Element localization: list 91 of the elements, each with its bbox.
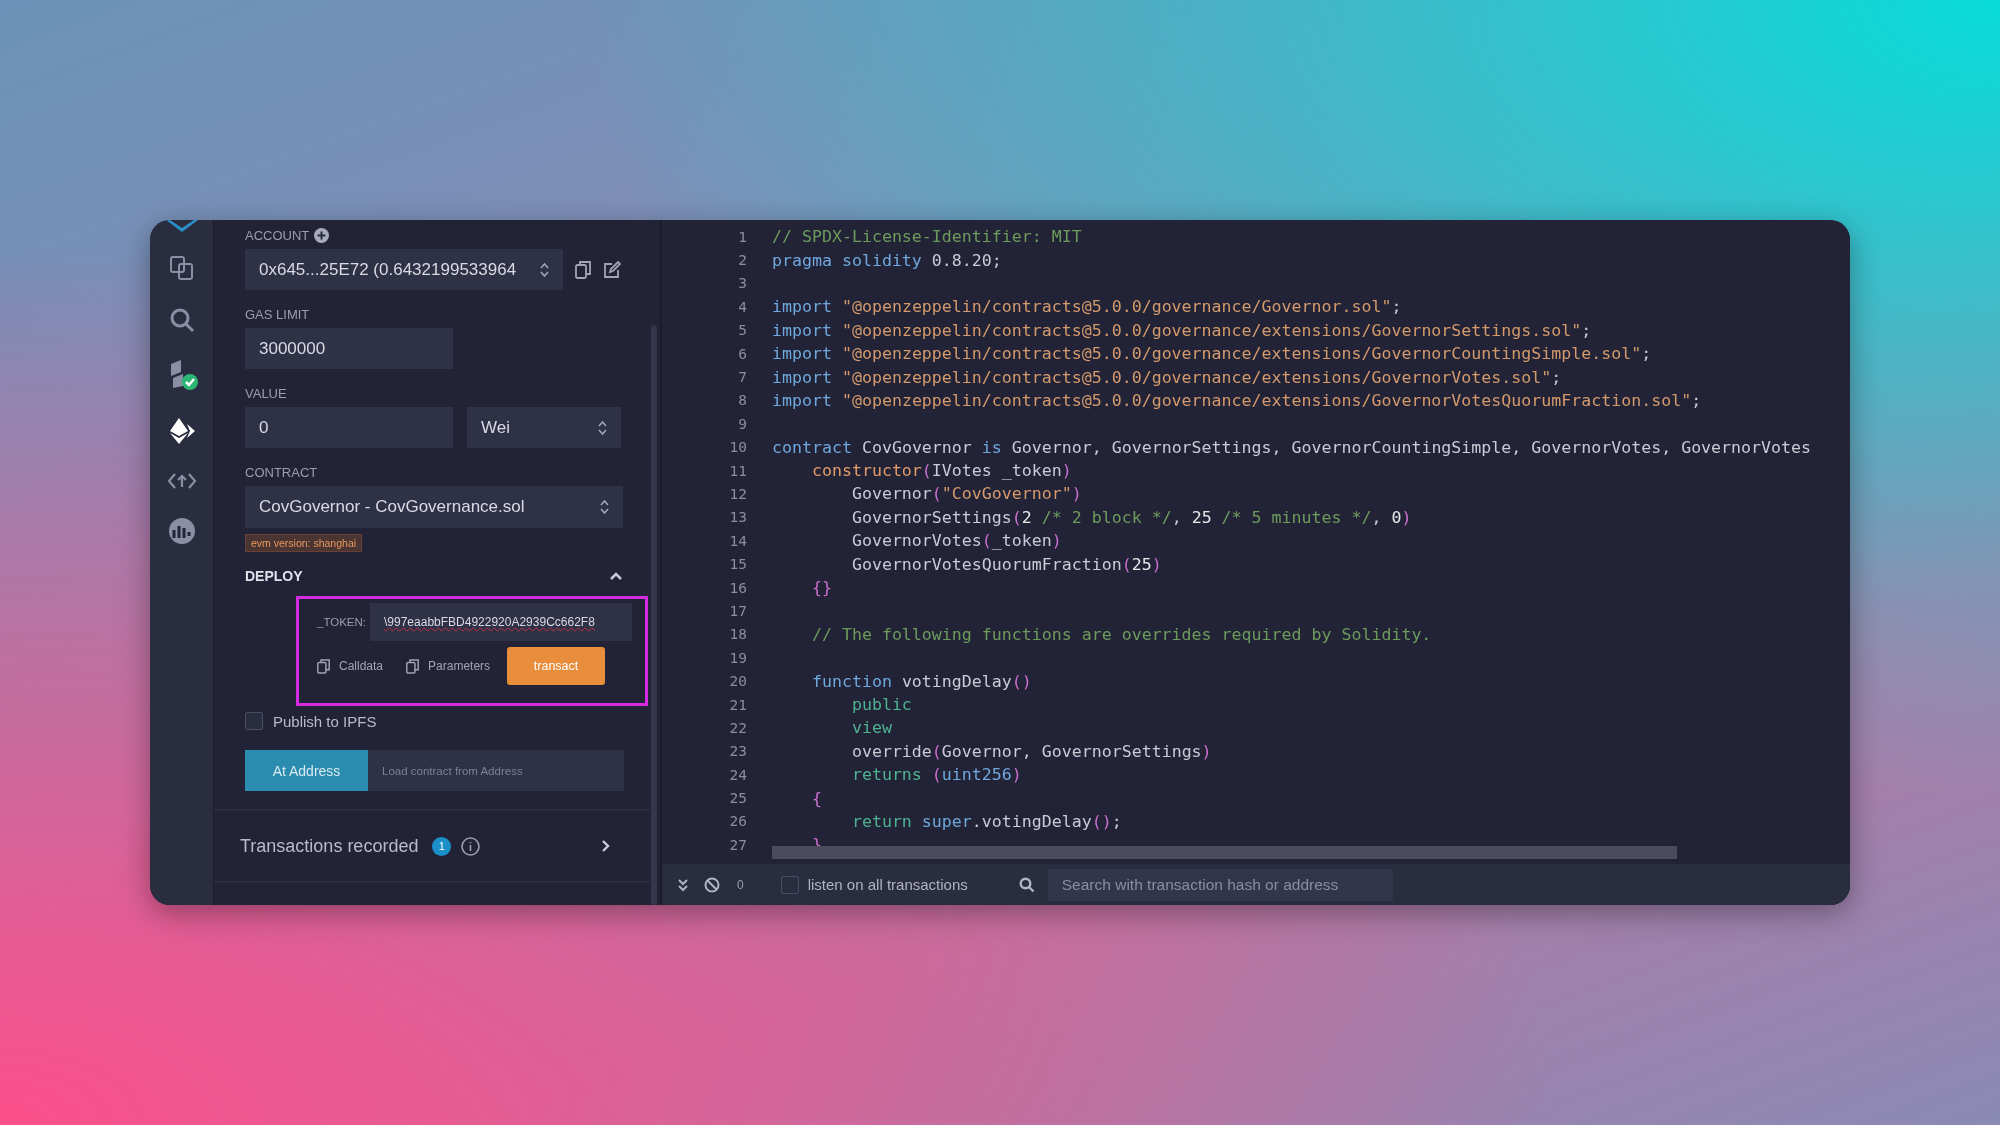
- code-line: GovernorSettings(2 /* 2 block */, 25 /* 5 minutes */, 0): [850, 507, 1412, 527]
- line-number: 13: [728, 509, 747, 526]
- info-icon[interactable]: [461, 836, 481, 856]
- line-number: 25: [728, 790, 747, 807]
- code-line: view: [850, 718, 892, 738]
- line-number: 14: [728, 532, 747, 549]
- scrollbar[interactable]: [772, 846, 1677, 859]
- add-icon[interactable]: [314, 228, 330, 243]
- pending-count: 0: [737, 877, 744, 892]
- line-number: 11: [728, 462, 747, 479]
- code-line: {}: [810, 578, 832, 598]
- checkbox-label: Publish to IPFS: [273, 712, 377, 730]
- line-number: 19: [728, 649, 747, 666]
- address-field[interactable]: Load contract from Address: [368, 750, 624, 791]
- parameters-link[interactable]: Parameters: [428, 659, 491, 673]
- contract-select[interactable]: CovGovernor - CovGovernance.sol: [245, 486, 623, 528]
- edit-icon[interactable]: [603, 260, 621, 279]
- code-line: import "@openzeppelin/contracts@5.0.0/governance/Governor.sol";: [772, 297, 1402, 317]
- code-line: function votingDelay(): [810, 671, 1032, 691]
- updown-icon: [598, 419, 607, 436]
- checkbox[interactable]: [780, 875, 799, 894]
- clear-icon[interactable]: [704, 876, 720, 893]
- checkbox[interactable]: [245, 712, 263, 730]
- line-number: 12: [728, 486, 747, 502]
- parameter-label: _TOKEN:: [317, 616, 366, 628]
- chart-circle-icon[interactable]: [166, 516, 197, 546]
- line-number: 27: [728, 836, 747, 853]
- code-line: public: [850, 695, 912, 714]
- line-number: 23: [728, 743, 747, 760]
- chevron-icon[interactable]: [609, 571, 623, 581]
- copy-icon[interactable]: [406, 658, 420, 674]
- section-title: DEPLOY: [245, 568, 303, 584]
- line-number: 17: [728, 602, 747, 619]
- code-line: GovernorVotes(_token): [850, 531, 1062, 551]
- scrollbar[interactable]: [651, 325, 657, 905]
- files-icon[interactable]: [167, 254, 196, 282]
- chevron-icon[interactable]: [601, 839, 610, 853]
- updown-icon: [540, 261, 549, 278]
- code-line: return super.votingDelay();: [850, 811, 1122, 831]
- line-number: 20: [728, 673, 747, 690]
- line-number: 9: [737, 415, 747, 432]
- field-label: VALUE: [245, 386, 287, 401]
- field-label: ACCOUNT: [245, 228, 310, 243]
- line-number: 16: [728, 579, 747, 596]
- line-number: 10: [728, 439, 747, 456]
- field-label: CONTRACT: [245, 465, 318, 480]
- code-line: // SPDX-License-Identifier: MIT: [772, 227, 1082, 247]
- copy-icon[interactable]: [575, 260, 591, 279]
- code-line: override(Governor, GovernorSettings): [850, 741, 1212, 761]
- code-line: GovernorVotesQuorumFraction(25): [850, 554, 1162, 574]
- code-line: import "@openzeppelin/contracts@5.0.0/governance/extensions/GovernorVotesQuorumFraction.sol";: [772, 390, 1702, 410]
- search-icon[interactable]: [1018, 876, 1035, 893]
- search-field[interactable]: Search with transaction hash or address: [1047, 868, 1393, 901]
- checkbox-label: listen on all transactions: [807, 876, 968, 893]
- line-number: 15: [728, 556, 747, 573]
- line-number: 7: [737, 369, 747, 386]
- double-chevron-icon[interactable]: [677, 877, 689, 892]
- value-field[interactable]: 0: [245, 407, 453, 448]
- token-field[interactable]: \997eaabbFBD4922920A2939Cc662F8: [370, 603, 632, 641]
- code-line: // The following functions are overrides required by Solidity.: [810, 624, 1432, 644]
- code-line: returns (uint256): [850, 765, 1022, 785]
- line-number: 5: [737, 322, 747, 339]
- line-number: 18: [728, 626, 747, 643]
- line-number: 1: [737, 228, 747, 245]
- line-number: 4: [737, 298, 747, 315]
- code-line: Governor("CovGovernor"): [850, 484, 1082, 504]
- code-line: import "@openzeppelin/contracts@5.0.0/governance/extensions/GovernorSettings.sol";: [772, 320, 1592, 340]
- code-line: import "@openzeppelin/contracts@5.0.0/governance/extensions/GovernorVotes.sol";: [772, 367, 1562, 387]
- updown-icon: [600, 499, 609, 515]
- copy-icon[interactable]: [317, 658, 330, 674]
- line-number: 6: [737, 345, 747, 362]
- line-number: 22: [728, 719, 747, 736]
- count-badge: 1: [432, 836, 452, 856]
- calldata-link[interactable]: Calldata: [339, 659, 384, 673]
- code-line: contract CovGovernor is Governor, GovernorSettings, GovernorCountingSimple, GovernorVotes, GovernorVotes: [772, 437, 1811, 457]
- account-select[interactable]: 0x645...25E72 (0.6432199533964: [245, 249, 563, 290]
- code-line: import "@openzeppelin/contracts@5.0.0/governance/extensions/GovernorCountingSimple.sol";: [772, 344, 1652, 364]
- line-number: 26: [728, 813, 747, 830]
- code-line: pragma solidity 0.8.20;: [772, 250, 1002, 270]
- field-label: GAS LIMIT: [245, 307, 310, 322]
- evm-version-badge: evm version: shanghai: [245, 534, 363, 552]
- code-line: constructor(IVotes _token): [810, 461, 1072, 481]
- gas-limit-field[interactable]: 3000000: [245, 328, 453, 369]
- line-number: 2: [737, 252, 747, 269]
- line-number: 3: [737, 275, 747, 292]
- unit-select[interactable]: Wei: [467, 407, 621, 448]
- code-line: {: [810, 788, 822, 808]
- line-number: 8: [737, 392, 747, 409]
- line-number: 24: [728, 766, 747, 783]
- line-number: 21: [728, 696, 747, 713]
- section-title: Transactions recorded: [240, 835, 419, 857]
